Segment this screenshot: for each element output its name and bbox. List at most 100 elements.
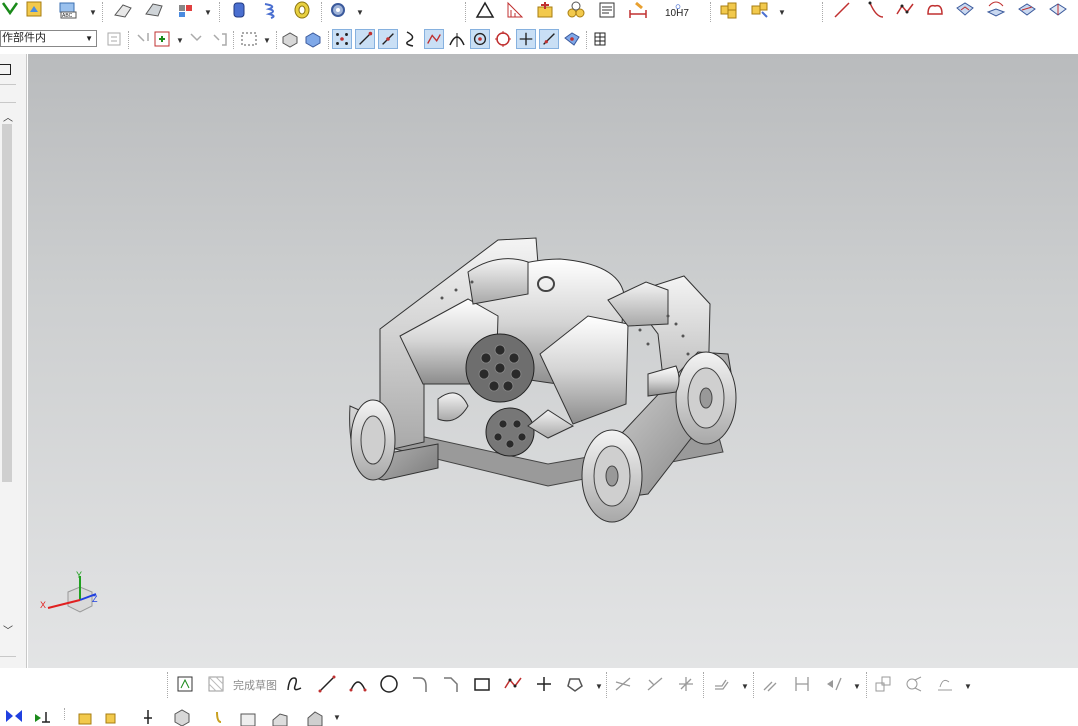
polygon-icon[interactable] xyxy=(565,674,585,694)
type-filter-dropdown-caret[interactable]: ▼ xyxy=(176,36,184,45)
snap-existing-point-icon[interactable] xyxy=(516,29,536,49)
offset-curve-icon[interactable] xyxy=(925,0,945,20)
component-dropdown-caret[interactable]: ▼ xyxy=(778,8,786,17)
sheet-body-icon[interactable] xyxy=(303,29,323,49)
crawler-robot-model[interactable] xyxy=(28,54,1078,668)
snap-point-on-curve-icon[interactable] xyxy=(539,29,559,49)
arc-curve-icon[interactable] xyxy=(866,0,886,20)
expand-icon[interactable] xyxy=(0,0,20,20)
bearing-icon[interactable] xyxy=(292,0,312,20)
selection-filter-icon[interactable] xyxy=(104,29,124,49)
assembly-constraints-icon[interactable] xyxy=(4,706,24,726)
rectangle-select-dropdown-caret[interactable]: ▼ xyxy=(263,36,271,45)
snap-control-point-icon[interactable] xyxy=(424,29,444,49)
finish-sketch-label[interactable]: 完成草图 xyxy=(233,677,277,693)
snap-curve-point-icon[interactable] xyxy=(401,29,421,49)
project-curve-icon[interactable] xyxy=(986,0,1006,20)
component-filter-icon[interactable] xyxy=(210,29,230,49)
snap-midpoint-icon[interactable] xyxy=(378,29,398,49)
scrollbar-thumb[interactable] xyxy=(2,124,12,482)
annotation-abc-icon[interactable]: ABC xyxy=(58,0,78,20)
offset-dropdown-caret[interactable]: ▼ xyxy=(741,682,749,691)
add-component-icon[interactable] xyxy=(76,706,96,726)
convert-to-reference-icon[interactable] xyxy=(873,674,893,694)
fillet-icon[interactable] xyxy=(410,674,430,694)
wave-link-dropdown-caret[interactable]: ▼ xyxy=(333,713,341,722)
type-filter-icon[interactable] xyxy=(152,29,172,49)
hierarchy-icon[interactable] xyxy=(138,706,158,726)
gear-assembly-icon[interactable] xyxy=(328,0,348,20)
note-icon[interactable] xyxy=(597,0,617,20)
polygon-dropdown-caret[interactable]: ▼ xyxy=(595,682,603,691)
arc-icon[interactable] xyxy=(348,674,368,694)
scroll-down-icon[interactable]: ﹀ xyxy=(3,622,13,637)
box-view-icon[interactable] xyxy=(172,706,192,726)
snap-point-icon[interactable] xyxy=(332,29,352,49)
wave-link-icon[interactable] xyxy=(305,706,325,726)
geometric-constraints-icon[interactable] xyxy=(761,674,781,694)
edge-blend-icon[interactable] xyxy=(113,0,133,20)
solid-body-icon[interactable] xyxy=(280,29,300,49)
exploded-view-icon[interactable] xyxy=(238,706,258,726)
separator xyxy=(866,672,868,698)
quick-trim-icon[interactable] xyxy=(613,674,633,694)
constraint-circles-icon[interactable] xyxy=(566,0,586,20)
spline-icon[interactable] xyxy=(895,0,915,20)
extend-surface-icon[interactable] xyxy=(1048,0,1068,20)
component-array-icon[interactable] xyxy=(750,0,770,20)
point-set-icon[interactable] xyxy=(535,0,555,20)
profile-icon[interactable] xyxy=(285,674,305,694)
line-curve-icon[interactable] xyxy=(832,0,852,20)
annotation-dropdown-caret[interactable]: ▼ xyxy=(89,8,97,17)
pattern-feature-icon[interactable] xyxy=(176,0,196,20)
sequence-icon[interactable] xyxy=(270,706,290,726)
new-component-icon[interactable] xyxy=(103,706,123,726)
rectangle-select-icon[interactable] xyxy=(239,29,259,49)
surface-patch-icon[interactable] xyxy=(955,0,975,20)
alternate-solution-icon[interactable] xyxy=(904,674,924,694)
graphics-window[interactable]: Y Z X xyxy=(28,54,1078,668)
studio-spline-icon[interactable] xyxy=(503,674,523,694)
pane-divider xyxy=(0,656,16,657)
offset-curve-sketch-icon[interactable] xyxy=(712,674,732,694)
cylinder-icon[interactable] xyxy=(229,0,249,20)
datum-grid-icon[interactable] xyxy=(505,0,525,20)
quick-extend-icon[interactable] xyxy=(645,674,665,694)
chamfer-sketch-icon[interactable] xyxy=(441,674,461,694)
snap-intersection-icon[interactable] xyxy=(447,29,467,49)
snap-point-on-face-icon[interactable] xyxy=(562,29,582,49)
part-navigator-icon[interactable] xyxy=(24,0,44,20)
line-icon[interactable] xyxy=(317,674,337,694)
clamp-icon[interactable] xyxy=(209,706,229,726)
snap-arc-center-icon[interactable] xyxy=(470,29,490,49)
trim-surface-icon[interactable] xyxy=(1017,0,1037,20)
chamfer-icon[interactable] xyxy=(144,0,164,20)
triangle-icon[interactable] xyxy=(475,0,495,20)
make-corner-icon[interactable] xyxy=(676,674,696,694)
selection-scope-select[interactable]: 作部件内 ▼ xyxy=(0,30,97,47)
move-component-icon[interactable] xyxy=(32,706,52,726)
snap-grid-icon[interactable] xyxy=(590,29,610,49)
restore-pane-icon[interactable] xyxy=(0,64,11,75)
component-add-icon[interactable] xyxy=(719,0,739,20)
scroll-up-icon[interactable]: ︿ xyxy=(3,109,13,124)
show-constraints-icon[interactable] xyxy=(824,674,844,694)
rapid-dimension-icon[interactable] xyxy=(792,674,812,694)
snap-quadrant-icon[interactable] xyxy=(493,29,513,49)
separator xyxy=(219,2,221,22)
gear-dropdown-caret[interactable]: ▼ xyxy=(356,8,364,17)
constraints-dropdown-caret[interactable]: ▼ xyxy=(853,682,861,691)
sketch-icon[interactable] xyxy=(175,674,195,694)
inferred-dropdown-caret[interactable]: ▼ xyxy=(964,682,972,691)
snap-endpoint-icon[interactable] xyxy=(355,29,375,49)
point-icon[interactable] xyxy=(534,674,554,694)
dimension-icon[interactable] xyxy=(628,0,648,20)
finish-sketch-icon[interactable] xyxy=(206,674,226,694)
spring-icon[interactable] xyxy=(261,0,281,20)
snap-filter-icon[interactable] xyxy=(134,29,154,49)
rectangle-icon[interactable] xyxy=(472,674,492,694)
pattern-dropdown-caret[interactable]: ▼ xyxy=(204,8,212,17)
circle-icon[interactable] xyxy=(379,674,399,694)
inferred-constraints-icon[interactable] xyxy=(935,674,955,694)
assembly-filter-icon[interactable] xyxy=(186,29,206,49)
